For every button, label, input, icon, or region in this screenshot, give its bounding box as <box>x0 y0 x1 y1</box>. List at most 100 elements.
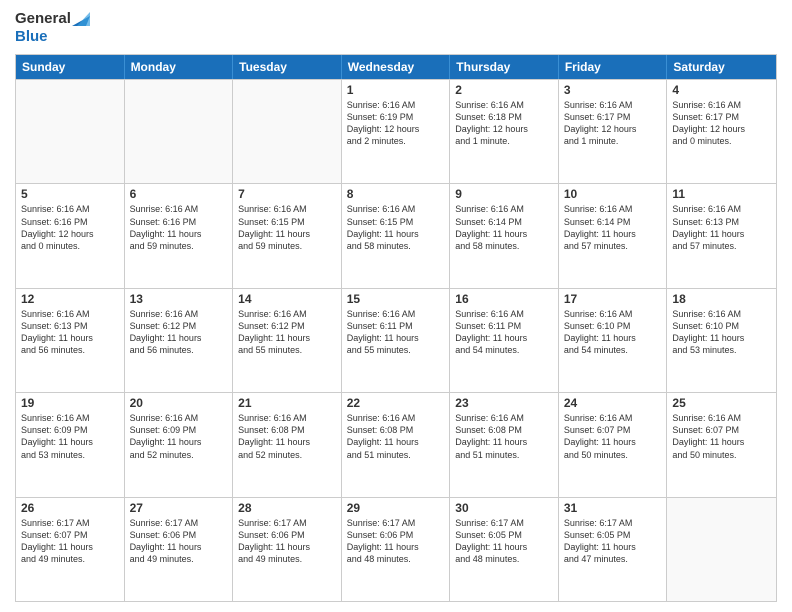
day-info: Sunrise: 6:16 AM Sunset: 6:14 PM Dayligh… <box>564 203 662 252</box>
day-info: Sunrise: 6:16 AM Sunset: 6:09 PM Dayligh… <box>21 412 119 461</box>
day-info: Sunrise: 6:16 AM Sunset: 6:08 PM Dayligh… <box>238 412 336 461</box>
calendar-cell: 16 Sunrise: 6:16 AM Sunset: 6:11 PM Dayli… <box>450 289 559 392</box>
calendar-cell: 20 Sunrise: 6:16 AM Sunset: 6:09 PM Dayli… <box>125 393 234 496</box>
cal-header-day: Thursday <box>450 55 559 79</box>
day-number: 29 <box>347 501 445 515</box>
day-info: Sunrise: 6:16 AM Sunset: 6:18 PM Dayligh… <box>455 99 553 148</box>
cal-header-day: Friday <box>559 55 668 79</box>
day-info: Sunrise: 6:17 AM Sunset: 6:07 PM Dayligh… <box>21 517 119 566</box>
day-info: Sunrise: 6:16 AM Sunset: 6:07 PM Dayligh… <box>564 412 662 461</box>
calendar-header: SundayMondayTuesdayWednesdayThursdayFrid… <box>16 55 776 79</box>
day-number: 4 <box>672 83 771 97</box>
day-number: 11 <box>672 187 771 201</box>
day-number: 16 <box>455 292 553 306</box>
calendar-cell: 28Sunrise: 6:17 AM Sunset: 6:06 PM Dayli… <box>233 498 342 601</box>
calendar-cell <box>233 80 342 183</box>
header: General Blue <box>15 10 777 46</box>
day-info: Sunrise: 6:16 AM Sunset: 6:17 PM Dayligh… <box>564 99 662 148</box>
day-info: Sunrise: 6:16 AM Sunset: 6:08 PM Dayligh… <box>347 412 445 461</box>
day-number: 15 <box>347 292 445 306</box>
day-info: Sunrise: 6:16 AM Sunset: 6:11 PM Dayligh… <box>455 308 553 357</box>
day-info: Sunrise: 6:16 AM Sunset: 6:12 PM Dayligh… <box>130 308 228 357</box>
day-info: Sunrise: 6:17 AM Sunset: 6:06 PM Dayligh… <box>238 517 336 566</box>
calendar-cell: 7Sunrise: 6:16 AM Sunset: 6:15 PM Daylig… <box>233 184 342 287</box>
day-number: 8 <box>347 187 445 201</box>
cal-header-day: Saturday <box>667 55 776 79</box>
calendar-cell: 11 Sunrise: 6:16 AM Sunset: 6:13 PM Dayli… <box>667 184 776 287</box>
logo-wing-icon <box>72 12 90 26</box>
calendar-row: 19 Sunrise: 6:16 AM Sunset: 6:09 PM Dayli… <box>16 392 776 496</box>
calendar-cell: 26 Sunrise: 6:17 AM Sunset: 6:07 PM Dayli… <box>16 498 125 601</box>
day-info: Sunrise: 6:17 AM Sunset: 6:06 PM Dayligh… <box>130 517 228 566</box>
cal-header-day: Monday <box>125 55 234 79</box>
day-number: 9 <box>455 187 553 201</box>
day-number: 2 <box>455 83 553 97</box>
day-number: 3 <box>564 83 662 97</box>
calendar-cell: 17 Sunrise: 6:16 AM Sunset: 6:10 PM Dayli… <box>559 289 668 392</box>
day-info: Sunrise: 6:17 AM Sunset: 6:05 PM Dayligh… <box>455 517 553 566</box>
day-number: 23 <box>455 396 553 410</box>
calendar-body: 1 Sunrise: 6:16 AM Sunset: 6:19 PM Daylig… <box>16 79 776 601</box>
calendar-cell: 23Sunrise: 6:16 AM Sunset: 6:08 PM Dayli… <box>450 393 559 496</box>
day-number: 24 <box>564 396 662 410</box>
day-info: Sunrise: 6:16 AM Sunset: 6:16 PM Dayligh… <box>130 203 228 252</box>
calendar-cell: 14 Sunrise: 6:16 AM Sunset: 6:12 PM Dayli… <box>233 289 342 392</box>
cal-header-day: Wednesday <box>342 55 451 79</box>
calendar-cell: 12Sunrise: 6:16 AM Sunset: 6:13 PM Dayli… <box>16 289 125 392</box>
calendar-cell: 27 Sunrise: 6:17 AM Sunset: 6:06 PM Dayli… <box>125 498 234 601</box>
calendar-cell <box>667 498 776 601</box>
day-info: Sunrise: 6:16 AM Sunset: 6:19 PM Dayligh… <box>347 99 445 148</box>
day-number: 26 <box>21 501 119 515</box>
day-info: Sunrise: 6:17 AM Sunset: 6:05 PM Dayligh… <box>564 517 662 566</box>
day-number: 13 <box>130 292 228 306</box>
calendar-cell: 2 Sunrise: 6:16 AM Sunset: 6:18 PM Daylig… <box>450 80 559 183</box>
day-number: 20 <box>130 396 228 410</box>
logo-text: General Blue <box>15 10 90 46</box>
day-number: 30 <box>455 501 553 515</box>
day-number: 27 <box>130 501 228 515</box>
calendar: SundayMondayTuesdayWednesdayThursdayFrid… <box>15 54 777 602</box>
calendar-cell <box>16 80 125 183</box>
calendar-cell: 6Sunrise: 6:16 AM Sunset: 6:16 PM Daylig… <box>125 184 234 287</box>
day-number: 25 <box>672 396 771 410</box>
calendar-cell: 15 Sunrise: 6:16 AM Sunset: 6:11 PM Dayli… <box>342 289 451 392</box>
calendar-cell: 19 Sunrise: 6:16 AM Sunset: 6:09 PM Dayli… <box>16 393 125 496</box>
day-info: Sunrise: 6:16 AM Sunset: 6:17 PM Dayligh… <box>672 99 771 148</box>
calendar-row: 5 Sunrise: 6:16 AM Sunset: 6:16 PM Daylig… <box>16 183 776 287</box>
day-info: Sunrise: 6:16 AM Sunset: 6:09 PM Dayligh… <box>130 412 228 461</box>
page: General Blue SundayMondayTuesdayWednesda… <box>0 0 792 612</box>
day-number: 17 <box>564 292 662 306</box>
day-number: 19 <box>21 396 119 410</box>
cal-header-day: Tuesday <box>233 55 342 79</box>
day-info: Sunrise: 6:16 AM Sunset: 6:15 PM Dayligh… <box>238 203 336 252</box>
calendar-cell: 1 Sunrise: 6:16 AM Sunset: 6:19 PM Daylig… <box>342 80 451 183</box>
calendar-cell: 5 Sunrise: 6:16 AM Sunset: 6:16 PM Daylig… <box>16 184 125 287</box>
day-number: 10 <box>564 187 662 201</box>
calendar-row: 1 Sunrise: 6:16 AM Sunset: 6:19 PM Daylig… <box>16 79 776 183</box>
day-number: 1 <box>347 83 445 97</box>
calendar-cell: 30 Sunrise: 6:17 AM Sunset: 6:05 PM Dayli… <box>450 498 559 601</box>
calendar-cell: 18 Sunrise: 6:16 AM Sunset: 6:10 PM Dayli… <box>667 289 776 392</box>
calendar-cell <box>125 80 234 183</box>
calendar-cell: 4 Sunrise: 6:16 AM Sunset: 6:17 PM Daylig… <box>667 80 776 183</box>
calendar-cell: 10 Sunrise: 6:16 AM Sunset: 6:14 PM Dayli… <box>559 184 668 287</box>
calendar-cell: 29Sunrise: 6:17 AM Sunset: 6:06 PM Dayli… <box>342 498 451 601</box>
day-info: Sunrise: 6:16 AM Sunset: 6:10 PM Dayligh… <box>672 308 771 357</box>
calendar-cell: 22 Sunrise: 6:16 AM Sunset: 6:08 PM Dayli… <box>342 393 451 496</box>
day-info: Sunrise: 6:16 AM Sunset: 6:15 PM Dayligh… <box>347 203 445 252</box>
day-number: 22 <box>347 396 445 410</box>
calendar-cell: 8 Sunrise: 6:16 AM Sunset: 6:15 PM Daylig… <box>342 184 451 287</box>
day-number: 14 <box>238 292 336 306</box>
calendar-cell: 13 Sunrise: 6:16 AM Sunset: 6:12 PM Dayli… <box>125 289 234 392</box>
day-info: Sunrise: 6:16 AM Sunset: 6:11 PM Dayligh… <box>347 308 445 357</box>
day-number: 5 <box>21 187 119 201</box>
day-info: Sunrise: 6:16 AM Sunset: 6:12 PM Dayligh… <box>238 308 336 357</box>
cal-header-day: Sunday <box>16 55 125 79</box>
calendar-cell: 25Sunrise: 6:16 AM Sunset: 6:07 PM Dayli… <box>667 393 776 496</box>
calendar-cell: 31Sunrise: 6:17 AM Sunset: 6:05 PM Dayli… <box>559 498 668 601</box>
day-info: Sunrise: 6:16 AM Sunset: 6:16 PM Dayligh… <box>21 203 119 252</box>
calendar-cell: 3 Sunrise: 6:16 AM Sunset: 6:17 PM Daylig… <box>559 80 668 183</box>
day-number: 18 <box>672 292 771 306</box>
day-info: Sunrise: 6:16 AM Sunset: 6:13 PM Dayligh… <box>672 203 771 252</box>
day-info: Sunrise: 6:16 AM Sunset: 6:10 PM Dayligh… <box>564 308 662 357</box>
